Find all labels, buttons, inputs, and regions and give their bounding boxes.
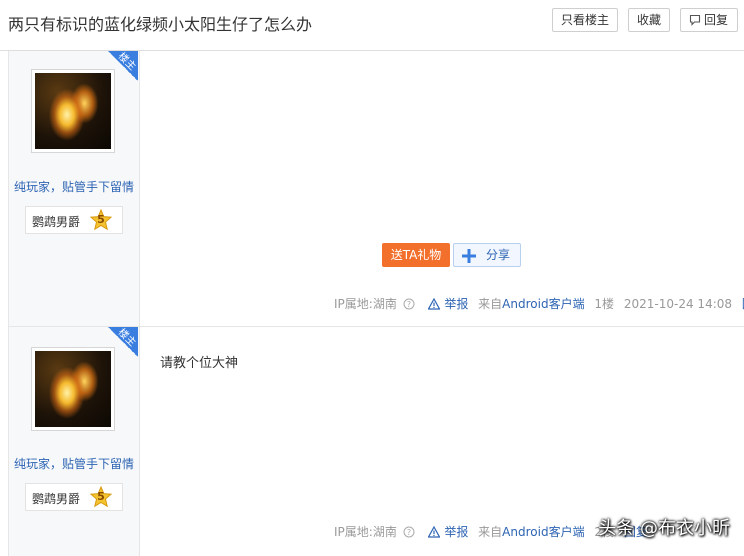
level-number: 5 <box>97 213 105 226</box>
send-gift-button[interactable]: 送TA礼物 <box>382 243 450 267</box>
author-sidebar: 纯玩家，贴管手下留情 鹦鹉男爵 5 <box>8 51 140 326</box>
level-title: 鹦鹉男爵 <box>32 492 81 506</box>
author-username[interactable]: 纯玩家，贴管手下留情 <box>9 178 139 195</box>
op-corner-badge: 楼主 <box>108 327 138 357</box>
only-op-button[interactable]: 只看楼主 <box>552 8 618 32</box>
level-number: 5 <box>97 490 105 503</box>
star-icon: 5 <box>90 486 112 508</box>
report-link[interactable]: 举报 <box>444 297 468 311</box>
avatar-image <box>35 351 111 427</box>
reply-thread-button[interactable]: 回复 <box>680 8 738 32</box>
favorite-button[interactable]: 收藏 <box>628 8 670 32</box>
report-link[interactable]: 举报 <box>444 525 468 539</box>
client-source-link[interactable]: Android客户端 <box>502 525 584 539</box>
star-icon: 5 <box>90 209 112 231</box>
share-label: 分享 <box>486 248 511 262</box>
avatar[interactable] <box>31 347 115 431</box>
floor-number: 1楼 <box>594 297 615 311</box>
avatar[interactable] <box>31 69 115 153</box>
reply-thread-label: 回复 <box>704 13 729 27</box>
plus-icon <box>462 249 476 263</box>
source-prefix: 来自 <box>478 297 503 311</box>
client-source-link[interactable]: Android客户端 <box>502 297 584 311</box>
ip-location: IP属地:湖南 <box>334 525 397 539</box>
help-icon[interactable]: ? <box>403 526 415 538</box>
post-content: 请教个位大神 <box>160 356 239 371</box>
source-prefix: 来自 <box>478 525 503 539</box>
share-button[interactable]: 分享 <box>453 243 521 267</box>
svg-text:?: ? <box>407 528 411 537</box>
thread-title: 两只有标识的蓝化绿频小太阳生仔了怎么办 <box>8 15 313 34</box>
warning-icon <box>427 525 441 538</box>
op-badge-label: 楼主 <box>115 326 138 349</box>
level-badge[interactable]: 鹦鹉男爵 5 <box>25 483 123 511</box>
op-badge-label: 楼主 <box>115 50 138 73</box>
watermark: 头条 @布衣小昕 <box>598 518 730 539</box>
svg-text:?: ? <box>407 300 411 309</box>
level-badge[interactable]: 鹦鹉男爵 5 <box>25 206 123 234</box>
post-floor-1: 纯玩家，贴管手下留情 鹦鹉男爵 5 楼主 送TA礼物 分享 IP属地:湖南 ? … <box>0 51 744 326</box>
op-corner-badge: 楼主 <box>108 51 138 81</box>
ip-location: IP属地:湖南 <box>334 297 397 311</box>
comment-icon <box>689 14 701 26</box>
avatar-image <box>35 73 111 149</box>
warning-icon <box>427 297 441 310</box>
help-icon[interactable]: ? <box>403 298 415 310</box>
level-title: 鹦鹉男爵 <box>32 215 81 229</box>
author-username[interactable]: 纯玩家，贴管手下留情 <box>9 455 139 472</box>
post-meta: IP属地:湖南 ? 举报 来自Android客户端 1楼 2021-10-24 … <box>334 297 744 311</box>
author-sidebar: 纯玩家，贴管手下留情 鹦鹉男爵 5 <box>8 327 140 556</box>
post-time: 2021-10-24 14:08 <box>623 297 733 311</box>
